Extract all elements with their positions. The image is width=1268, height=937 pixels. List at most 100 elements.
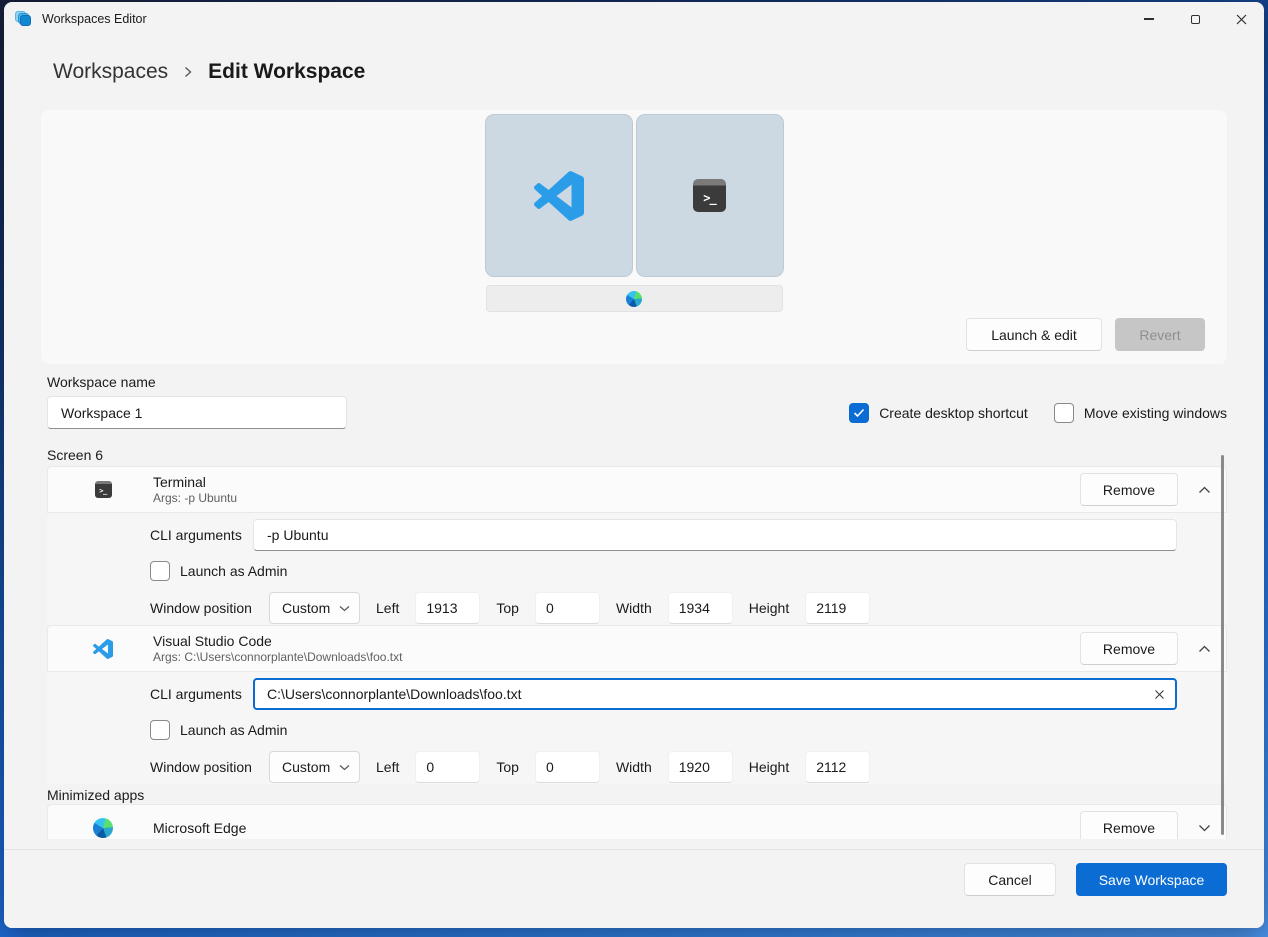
terminal-height-input[interactable] xyxy=(805,592,870,624)
breadcrumb: Workspaces Edit Workspace xyxy=(4,36,1264,110)
collapse-terminal-button[interactable] xyxy=(1188,474,1220,506)
app-name: Terminal xyxy=(153,474,237,490)
launch-as-admin-label: Launch as Admin xyxy=(180,722,287,738)
clear-x-icon xyxy=(1154,689,1165,700)
save-workspace-button[interactable]: Save Workspace xyxy=(1076,863,1227,896)
collapse-vscode-button[interactable] xyxy=(1188,633,1220,665)
page-title: Edit Workspace xyxy=(208,60,365,84)
app-section-terminal: >_ Terminal Args: -p Ubuntu Remove CLI xyxy=(47,466,1227,625)
workspace-name-input[interactable] xyxy=(47,396,347,429)
terminal-top-input[interactable] xyxy=(535,592,600,624)
width-label: Width xyxy=(616,759,652,775)
remove-edge-button[interactable]: Remove xyxy=(1080,811,1178,839)
workspaces-logo-icon xyxy=(15,11,32,27)
terminal-left-input[interactable] xyxy=(415,592,480,624)
create-shortcut-label: Create desktop shortcut xyxy=(879,405,1028,421)
edge-icon xyxy=(626,291,642,307)
window-position-label: Window position xyxy=(150,759,253,775)
terminal-launch-as-admin-option[interactable]: Launch as Admin xyxy=(150,561,287,581)
vscode-position-dropdown[interactable]: Custom xyxy=(269,751,360,783)
move-windows-checkbox[interactable] xyxy=(1054,403,1074,423)
screen-section-label: Screen 6 xyxy=(47,447,1227,463)
app-name: Microsoft Edge xyxy=(153,820,246,836)
vertical-scrollbar[interactable] xyxy=(1221,455,1224,835)
close-button[interactable] xyxy=(1218,2,1264,36)
launch-and-edit-button[interactable]: Launch & edit xyxy=(966,318,1102,351)
cancel-button[interactable]: Cancel xyxy=(964,863,1056,896)
chevron-up-icon xyxy=(1198,486,1211,494)
workspace-preview-panel: >_ Launch & edit Revert xyxy=(41,110,1227,364)
clear-input-button[interactable] xyxy=(1148,683,1170,705)
app-header-terminal[interactable]: >_ Terminal Args: -p Ubuntu Remove xyxy=(47,466,1227,513)
chevron-down-icon xyxy=(1198,824,1211,832)
scrollbar-thumb[interactable] xyxy=(1221,455,1224,835)
terminal-position-dropdown[interactable]: Custom xyxy=(269,592,360,624)
chevron-down-icon xyxy=(339,764,350,771)
maximize-button[interactable] xyxy=(1172,2,1218,36)
remove-terminal-button[interactable]: Remove xyxy=(1080,473,1178,506)
check-icon xyxy=(853,408,865,418)
vscode-cli-arguments-input[interactable] xyxy=(253,678,1177,710)
move-existing-windows-option[interactable]: Move existing windows xyxy=(1054,403,1227,423)
vscode-height-input[interactable] xyxy=(805,751,870,783)
height-label: Height xyxy=(749,759,789,775)
move-windows-label: Move existing windows xyxy=(1084,405,1227,421)
minimized-apps-label: Minimized apps xyxy=(47,787,1227,803)
terminal-cli-arguments-input[interactable] xyxy=(253,519,1177,551)
app-section-edge: Microsoft Edge Remove xyxy=(47,804,1227,839)
top-label: Top xyxy=(496,600,519,616)
workspace-name-label: Workspace name xyxy=(47,374,1227,390)
vscode-top-input[interactable] xyxy=(535,751,600,783)
minimize-button[interactable] xyxy=(1126,2,1172,36)
terminal-admin-checkbox[interactable] xyxy=(150,561,170,581)
launch-as-admin-label: Launch as Admin xyxy=(180,563,287,579)
chevron-up-icon xyxy=(1198,645,1211,653)
app-section-vscode: Visual Studio Code Args: C:\Users\connor… xyxy=(47,625,1227,784)
remove-vscode-button[interactable]: Remove xyxy=(1080,632,1178,665)
position-mode-value: Custom xyxy=(282,759,339,775)
terminal-width-input[interactable] xyxy=(668,592,733,624)
close-icon xyxy=(1236,14,1247,25)
app-header-edge[interactable]: Microsoft Edge Remove xyxy=(47,804,1227,839)
app-details-vscode: CLI arguments Launch as Admin xyxy=(47,672,1227,784)
vscode-icon xyxy=(93,639,113,659)
maximize-icon xyxy=(1191,15,1200,24)
width-label: Width xyxy=(616,600,652,616)
cli-arguments-label: CLI arguments xyxy=(150,527,253,543)
vscode-launch-as-admin-option[interactable]: Launch as Admin xyxy=(150,720,287,740)
preview-window-vscode xyxy=(485,114,633,277)
workspaces-editor-window: Workspaces Editor Workspaces Edit Worksp… xyxy=(4,2,1264,928)
minimize-icon xyxy=(1144,18,1154,19)
left-label: Left xyxy=(376,600,399,616)
footer-bar: Cancel Save Workspace xyxy=(4,849,1264,928)
vscode-admin-checkbox[interactable] xyxy=(150,720,170,740)
terminal-icon: >_ xyxy=(95,481,112,498)
height-label: Height xyxy=(749,600,789,616)
top-label: Top xyxy=(496,759,519,775)
app-name: Visual Studio Code xyxy=(153,633,402,649)
app-header-vscode[interactable]: Visual Studio Code Args: C:\Users\connor… xyxy=(47,625,1227,672)
vscode-left-input[interactable] xyxy=(415,751,480,783)
breadcrumb-workspaces[interactable]: Workspaces xyxy=(53,60,168,84)
window-position-label: Window position xyxy=(150,600,253,616)
chevron-down-icon xyxy=(339,605,350,612)
app-args-summary: Args: -p Ubuntu xyxy=(153,491,237,505)
vscode-width-input[interactable] xyxy=(668,751,733,783)
titlebar: Workspaces Editor xyxy=(4,2,1264,36)
window-title: Workspaces Editor xyxy=(42,12,147,26)
terminal-icon: >_ xyxy=(693,179,726,212)
create-shortcut-checkbox[interactable] xyxy=(849,403,869,423)
app-list-scroll-region: Screen 6 >_ Terminal Args: -p Ubuntu Rem… xyxy=(4,447,1264,839)
vscode-icon xyxy=(534,171,584,221)
chevron-right-icon xyxy=(182,65,194,79)
preview-window-terminal: >_ xyxy=(636,114,784,277)
edge-icon xyxy=(93,818,113,838)
position-mode-value: Custom xyxy=(282,600,339,616)
expand-edge-button[interactable] xyxy=(1188,812,1220,840)
create-desktop-shortcut-option[interactable]: Create desktop shortcut xyxy=(849,403,1028,423)
revert-button: Revert xyxy=(1115,318,1205,351)
app-details-terminal: CLI arguments Launch as Admin Window pos… xyxy=(47,513,1227,625)
left-label: Left xyxy=(376,759,399,775)
app-args-summary: Args: C:\Users\connorplante\Downloads\fo… xyxy=(153,650,402,664)
preview-taskbar xyxy=(486,285,783,312)
